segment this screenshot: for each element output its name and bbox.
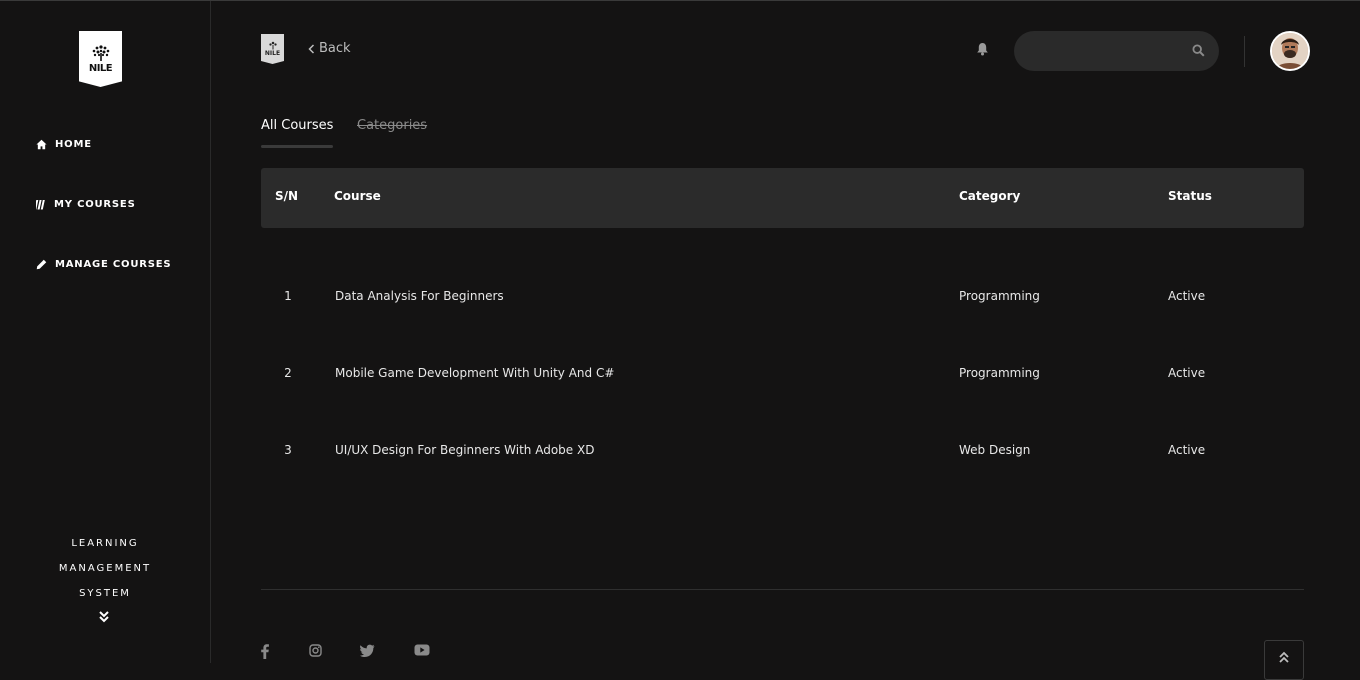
cell-status: Active bbox=[1168, 443, 1206, 457]
sidebar-item-my-courses[interactable]: MY COURSES bbox=[36, 199, 136, 210]
mini-logo-text: NILE bbox=[264, 50, 281, 57]
cell-category: Programming bbox=[959, 289, 1040, 303]
column-header-course: Course bbox=[334, 189, 381, 203]
mini-logo[interactable]: NILE bbox=[261, 34, 284, 64]
tab-categories[interactable]: Categories bbox=[357, 118, 427, 133]
facebook-icon[interactable] bbox=[261, 644, 269, 659]
pencil-icon bbox=[36, 259, 47, 270]
sidebar: NILE HOME MY COURSES MANAGE COURSES LEAR… bbox=[0, 1, 211, 663]
table-header: S/N Course Category Status bbox=[261, 168, 1304, 228]
cell-sn: 2 bbox=[284, 366, 292, 380]
back-label: Back bbox=[319, 41, 351, 56]
instagram-icon[interactable] bbox=[309, 644, 322, 657]
search-input[interactable] bbox=[1030, 41, 1180, 61]
brand-line: SYSTEM bbox=[79, 588, 131, 599]
search-bar bbox=[1014, 31, 1219, 71]
brand-line: LEARNING bbox=[71, 538, 139, 549]
sidebar-item-home[interactable]: HOME bbox=[36, 139, 92, 150]
cell-status: Active bbox=[1168, 366, 1206, 380]
sidebar-item-label: MY COURSES bbox=[54, 199, 136, 210]
twitter-icon[interactable] bbox=[360, 644, 375, 657]
footer-divider bbox=[261, 589, 1304, 590]
avatar[interactable] bbox=[1270, 31, 1310, 71]
tab-all-courses[interactable]: All Courses bbox=[261, 118, 333, 133]
active-tab-indicator bbox=[261, 145, 333, 148]
youtube-icon[interactable] bbox=[414, 644, 430, 656]
books-icon bbox=[36, 200, 45, 210]
tree-icon bbox=[92, 45, 109, 61]
cell-status: Active bbox=[1168, 289, 1206, 303]
cell-sn: 1 bbox=[284, 289, 292, 303]
cell-course[interactable]: UI/UX Design For Beginners With Adobe XD bbox=[335, 443, 594, 457]
scroll-to-top-button[interactable] bbox=[1264, 640, 1304, 680]
column-header-sn: S/N bbox=[275, 189, 299, 203]
column-header-category: Category bbox=[959, 189, 1021, 203]
sidebar-item-label: MANAGE COURSES bbox=[55, 259, 172, 270]
brand-line: MANAGEMENT bbox=[58, 563, 152, 574]
brand-tagline: LEARNING MANAGEMENT SYSTEM bbox=[0, 531, 210, 606]
tree-icon bbox=[268, 41, 277, 50]
logo-text: NILE bbox=[88, 63, 113, 74]
back-button[interactable]: Back bbox=[308, 41, 351, 56]
nile-logo[interactable]: NILE bbox=[79, 31, 122, 87]
bell-icon[interactable] bbox=[976, 42, 989, 56]
user-photo bbox=[1272, 33, 1308, 69]
double-chevron-down-icon[interactable] bbox=[97, 611, 111, 623]
header-divider bbox=[1244, 36, 1245, 67]
sidebar-item-manage-courses[interactable]: MANAGE COURSES bbox=[36, 259, 171, 270]
table-row[interactable]: 1 Data Analysis For Beginners Programmin… bbox=[261, 277, 1304, 317]
search-icon[interactable] bbox=[1192, 44, 1205, 57]
home-icon bbox=[36, 139, 47, 150]
table-row[interactable]: 2 Mobile Game Development With Unity And… bbox=[261, 354, 1304, 394]
cell-category: Programming bbox=[959, 366, 1040, 380]
cell-category: Web Design bbox=[959, 443, 1031, 457]
cell-course[interactable]: Mobile Game Development With Unity And C… bbox=[335, 366, 614, 380]
sidebar-item-label: HOME bbox=[55, 139, 92, 150]
column-header-status: Status bbox=[1168, 189, 1212, 203]
chevron-left-icon bbox=[308, 43, 315, 54]
table-row[interactable]: 3 UI/UX Design For Beginners With Adobe … bbox=[261, 431, 1304, 471]
cell-sn: 3 bbox=[284, 443, 292, 457]
cell-course[interactable]: Data Analysis For Beginners bbox=[335, 289, 504, 303]
